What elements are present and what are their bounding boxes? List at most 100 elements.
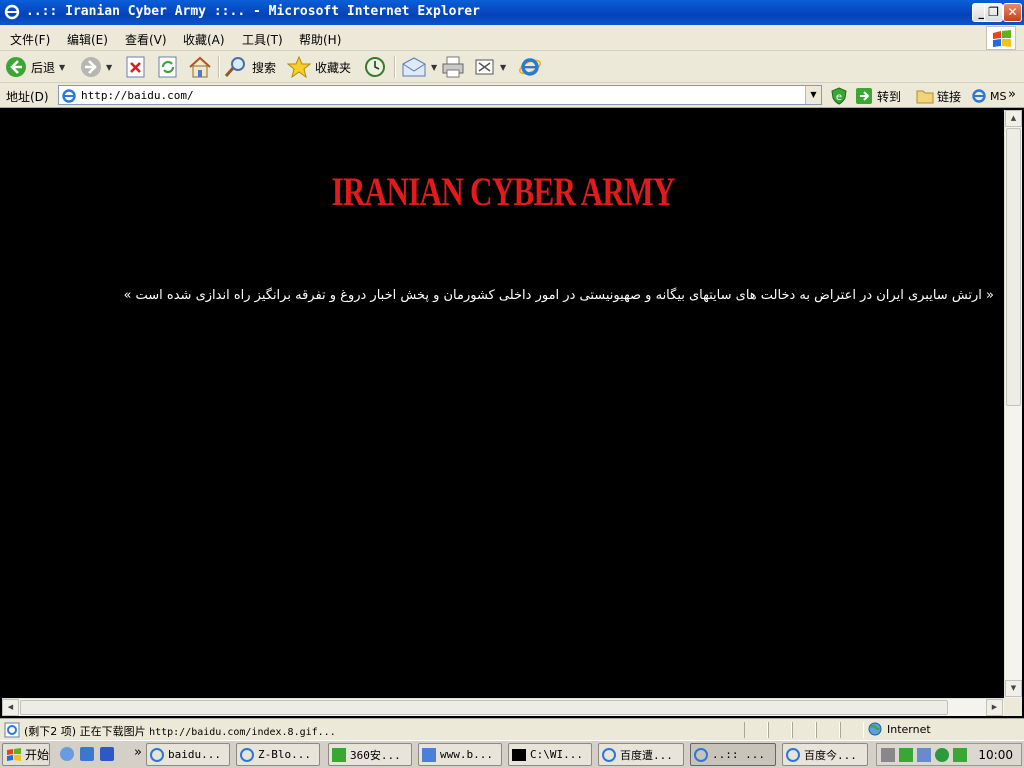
scroll-down-icon[interactable]: ▼ xyxy=(1005,680,1022,697)
scrollbar-corner xyxy=(1004,698,1022,716)
horizontal-scroll-thumb[interactable] xyxy=(20,700,948,715)
scroll-up-icon[interactable]: ▲ xyxy=(1005,110,1022,127)
refresh-button[interactable] xyxy=(157,54,179,80)
mail-button[interactable]: ▼ xyxy=(401,54,437,80)
tray-360-icon[interactable] xyxy=(899,748,913,762)
home-button[interactable] xyxy=(188,54,212,80)
quick-launch-app-icon[interactable] xyxy=(60,747,74,761)
ms-link[interactable]: MS xyxy=(971,86,1006,106)
links-button[interactable]: 链接 xyxy=(916,86,961,106)
history-icon xyxy=(365,57,385,77)
status-bar: (剩下2 项) 正在下载图片 http://baidu.com/index.8.… xyxy=(0,718,1024,740)
task-button[interactable]: C:\WI... xyxy=(508,743,592,766)
ie-icon xyxy=(4,4,20,20)
stop-button[interactable] xyxy=(125,54,147,80)
vertical-scrollbar[interactable]: ▲ ▼ xyxy=(1004,110,1022,698)
go-button[interactable]: 转到 xyxy=(855,86,901,106)
task-button[interactable]: www.b... xyxy=(418,743,502,766)
edit-icon xyxy=(475,59,494,75)
page-content: IRANIAN CYBER ARMY « ارتش سایبری ایران د… xyxy=(2,110,1004,698)
address-bar: 地址(D) ▼ e 转到 链接 MS » xyxy=(0,83,1024,108)
address-field[interactable]: ▼ xyxy=(58,85,822,105)
status-panel xyxy=(840,722,864,738)
favorites-button[interactable]: 收藏夹 xyxy=(287,54,351,80)
quick-launch-baidu-icon[interactable] xyxy=(100,747,114,761)
task-label: ..:: ... xyxy=(712,748,765,761)
menu-file[interactable]: 文件(F) xyxy=(10,31,50,48)
history-button[interactable] xyxy=(363,54,387,80)
tray-computer-icon[interactable] xyxy=(917,748,931,762)
title-bar: ..:: Iranian Cyber Army ::.. - Microsoft… xyxy=(0,0,1024,25)
horizontal-scrollbar[interactable]: ◀ ▶ xyxy=(2,698,1004,716)
chevron-down-icon[interactable]: ▼ xyxy=(106,63,112,72)
menu-favorites[interactable]: 收藏(A) xyxy=(183,31,225,48)
address-dropdown-icon[interactable]: ▼ xyxy=(805,86,821,104)
address-label: 地址(D) xyxy=(6,90,49,104)
menu-edit[interactable]: 编辑(E) xyxy=(67,31,108,48)
console-icon xyxy=(512,748,526,761)
star-icon xyxy=(287,56,311,78)
windows-flag-icon xyxy=(993,30,1011,47)
task-button-active[interactable]: ..:: ... xyxy=(690,743,776,766)
favorites-label: 收藏夹 xyxy=(315,60,352,75)
print-icon xyxy=(442,56,464,78)
tray-plus-icon[interactable] xyxy=(953,748,967,762)
chevron-down-icon[interactable]: ▼ xyxy=(431,63,437,72)
document-icon xyxy=(422,747,436,762)
status-panel xyxy=(816,722,840,738)
shield-icon: e xyxy=(831,87,847,105)
forward-arrow-icon xyxy=(81,57,101,77)
task-button[interactable]: 百度今... xyxy=(782,743,868,766)
chevron-down-icon[interactable]: ▼ xyxy=(59,63,65,72)
ms-label: MS xyxy=(990,89,1007,103)
quick-launch-ie-icon[interactable] xyxy=(80,747,94,761)
messenger-button[interactable] xyxy=(517,54,543,80)
windows-logo xyxy=(986,26,1016,50)
close-button[interactable]: ✕ xyxy=(1003,3,1022,22)
start-button[interactable]: 开始 xyxy=(2,743,50,766)
ie-icon xyxy=(972,89,986,103)
shield-button[interactable]: e xyxy=(830,86,848,106)
system-tray: 10:00 xyxy=(876,743,1022,766)
address-input[interactable] xyxy=(81,87,801,103)
status-panel xyxy=(744,722,768,738)
task-button[interactable]: 百度遭... xyxy=(598,743,684,766)
status-url: http://baidu.com/index.8.gif... xyxy=(149,727,336,738)
tray-network-icon[interactable] xyxy=(881,748,895,762)
status-message: (剩下2 项) 正在下载图片 xyxy=(24,725,146,738)
task-button[interactable]: 360安... xyxy=(328,743,412,766)
back-arrow-icon xyxy=(6,57,26,77)
clock: 10:00 xyxy=(978,748,1013,762)
page-message: « ارتش سایبری ایران در اعتراض به دخالت ه… xyxy=(123,288,994,303)
back-button[interactable]: 后退 ▼ xyxy=(5,54,65,80)
menu-tools[interactable]: 工具(T) xyxy=(242,31,283,48)
task-button[interactable]: Z-Blo... xyxy=(236,743,320,766)
page-heading: IRANIAN CYBER ARMY xyxy=(331,169,675,214)
task-label: www.b... xyxy=(440,748,493,761)
print-button[interactable] xyxy=(441,54,465,80)
ie-icon xyxy=(694,747,708,762)
tray-shield-icon[interactable] xyxy=(935,748,949,762)
globe-icon xyxy=(868,722,882,736)
scroll-right-icon[interactable]: ▶ xyxy=(986,699,1003,716)
restore-button[interactable]: ❐ xyxy=(984,3,1003,22)
task-button[interactable]: baidu... xyxy=(146,743,230,766)
task-label: C:\WI... xyxy=(530,748,583,761)
ie-icon xyxy=(602,747,616,762)
ie-icon xyxy=(240,747,254,762)
status-panel xyxy=(768,722,792,738)
vertical-scroll-thumb[interactable] xyxy=(1006,128,1021,406)
quick-launch-more[interactable]: » xyxy=(134,745,142,760)
menu-view[interactable]: 查看(V) xyxy=(125,31,167,48)
forward-button[interactable]: ▼ xyxy=(80,54,112,80)
menu-help[interactable]: 帮助(H) xyxy=(299,31,341,48)
links-more-button[interactable]: » xyxy=(1008,84,1016,104)
search-button[interactable]: 搜索 xyxy=(224,54,276,80)
scroll-left-icon[interactable]: ◀ xyxy=(2,699,19,716)
status-text: (剩下2 项) 正在下载图片 http://baidu.com/index.8.… xyxy=(24,723,336,739)
refresh-icon xyxy=(158,56,177,78)
toolbar-separator xyxy=(394,56,396,78)
edit-button[interactable]: ▼ xyxy=(474,54,506,80)
chevron-down-icon[interactable]: ▼ xyxy=(500,63,506,72)
home-icon xyxy=(189,56,211,78)
